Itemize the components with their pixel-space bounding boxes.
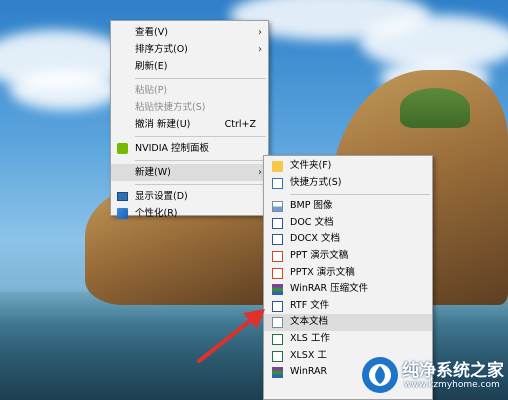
submenu-item-label: DOCX 文档 <box>290 233 340 245</box>
folder-icon <box>272 161 283 172</box>
submenu-item-bmp[interactable]: BMP 图像 <box>264 198 432 215</box>
winrar-icon <box>272 284 283 296</box>
submenu-item-label: 文本文档 <box>290 316 329 328</box>
submenu-item-label: PPT 演示文稿 <box>290 249 349 261</box>
pptx-icon <box>272 267 283 279</box>
submenu-item-doc[interactable]: DOC 文档 <box>264 215 432 232</box>
menu-item-label: 撤消 新建(U) <box>135 119 191 130</box>
submenu-item-label: RTF 文件 <box>290 299 330 311</box>
menu-item-refresh[interactable]: 刷新(E) <box>111 58 268 75</box>
menu-item-label: 排序方式(O) <box>135 44 188 55</box>
menu-separator <box>135 78 266 79</box>
bmp-icon <box>272 201 283 213</box>
menu-item-sort[interactable]: 排序方式(O) › <box>111 41 268 58</box>
cloud <box>10 70 120 110</box>
menu-item-personalize[interactable]: 个性化(R) <box>111 205 268 222</box>
menu-item-label: 个性化(R) <box>135 208 178 219</box>
watermark: 纯净系统之家 www.kzmyhome.com <box>360 352 508 398</box>
submenu-item-label: XLSX 工 <box>290 349 327 361</box>
submenu-item-label: WinRAR 压缩文件 <box>290 283 369 295</box>
menu-item-new[interactable]: 新建(W) › <box>111 164 268 181</box>
ppt-icon <box>272 250 283 262</box>
menu-separator <box>135 184 266 185</box>
menu-item-label: 查看(V) <box>135 27 168 38</box>
watermark-logo-icon <box>362 357 398 393</box>
menu-item-nvidia[interactable]: NVIDIA 控制面板 <box>111 140 268 157</box>
personalize-icon <box>117 208 128 219</box>
submenu-item-label: BMP 图像 <box>290 200 333 212</box>
watermark-url: www.kzmyhome.com <box>404 380 500 390</box>
menu-item-shortcut: Ctrl+Z <box>224 119 256 130</box>
menu-item-label: NVIDIA 控制面板 <box>135 143 210 154</box>
chevron-right-icon: › <box>258 44 262 55</box>
menu-item-undo-new[interactable]: 撤消 新建(U) Ctrl+Z <box>111 116 268 133</box>
chevron-right-icon: › <box>258 167 262 178</box>
menu-item-paste[interactable]: 粘贴(P) <box>111 82 268 99</box>
menu-separator <box>135 160 266 161</box>
winrar-zip-icon <box>272 367 283 379</box>
submenu-item-label: WinRAR <box>290 366 328 378</box>
chevron-right-icon: › <box>258 27 262 38</box>
menu-item-label: 新建(W) <box>135 167 171 178</box>
menu-separator <box>290 194 430 196</box>
menu-item-paste-shortcut[interactable]: 粘贴快捷方式(S) <box>111 99 268 116</box>
submenu-item-label: XLS 工作 <box>290 332 330 344</box>
submenu-item-text-document[interactable]: 文本文档 <box>264 314 432 331</box>
annotation-arrow <box>197 309 265 363</box>
submenu-item-xls[interactable]: XLS 工作 <box>264 331 432 348</box>
menu-item-label: 显示设置(D) <box>135 191 188 202</box>
grass <box>400 88 470 128</box>
submenu-item-label: DOC 文档 <box>290 216 334 228</box>
submenu-item-shortcut[interactable]: 快捷方式(S) <box>264 175 432 192</box>
menu-item-label: 刷新(E) <box>135 61 168 72</box>
menu-item-display-settings[interactable]: 显示设置(D) <box>111 188 268 205</box>
submenu-item-label: 文件夹(F) <box>290 160 332 171</box>
doc-icon <box>272 217 283 229</box>
display-icon <box>117 192 128 201</box>
shortcut-icon <box>272 177 283 189</box>
submenu-item-rtf[interactable]: RTF 文件 <box>264 298 432 315</box>
menu-item-label: 粘贴(P) <box>135 85 168 96</box>
submenu-item-folder[interactable]: 文件夹(F) <box>264 158 432 175</box>
submenu-item-label: 快捷方式(S) <box>290 176 342 188</box>
submenu-item-ppt[interactable]: PPT 演示文稿 <box>264 248 432 265</box>
menu-item-label: 粘贴快捷方式(S) <box>135 102 206 113</box>
docx-icon <box>272 234 283 246</box>
submenu-item-docx[interactable]: DOCX 文档 <box>264 231 432 248</box>
nvidia-icon <box>117 143 128 154</box>
submenu-item-winrar[interactable]: WinRAR 压缩文件 <box>264 281 432 298</box>
menu-separator <box>135 136 266 137</box>
menu-item-view[interactable]: 查看(V) › <box>111 24 268 41</box>
submenu-item-pptx[interactable]: PPTX 演示文稿 <box>264 265 432 282</box>
submenu-item-label: PPTX 演示文稿 <box>290 266 355 278</box>
watermark-title: 纯净系统之家 <box>402 361 504 381</box>
desktop-context-menu: 查看(V) › 排序方式(O) › 刷新(E) 粘贴(P) 粘贴快捷方式(S) … <box>110 20 269 219</box>
